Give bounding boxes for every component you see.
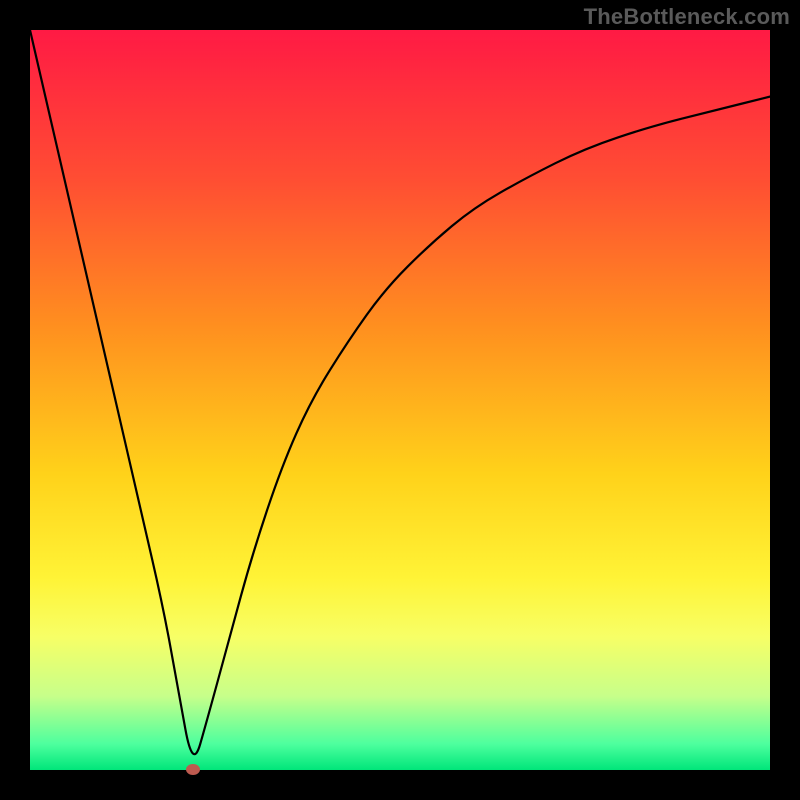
chart-frame: TheBottleneck.com: [0, 0, 800, 800]
watermark-text: TheBottleneck.com: [584, 4, 790, 30]
bottleneck-chart: [30, 30, 770, 770]
trough-marker: [186, 764, 200, 775]
gradient-background: [30, 30, 770, 770]
